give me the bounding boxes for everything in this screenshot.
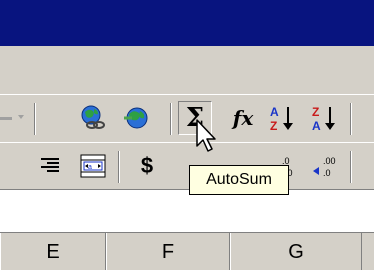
paste-function-button[interactable]: fx <box>226 101 260 135</box>
column-header-g[interactable]: G <box>230 233 362 270</box>
formula-bar[interactable] <box>0 190 374 232</box>
merge-center-icon: a <box>80 154 106 178</box>
insert-hyperlink-button[interactable] <box>76 101 110 135</box>
sort-ascending-button[interactable]: A Z <box>266 101 300 135</box>
mouse-cursor-icon <box>195 118 219 159</box>
sort-ascending-icon: A Z <box>270 105 293 133</box>
sort-descending-button[interactable]: Z A <box>308 101 342 135</box>
currency-icon: $ <box>140 153 154 178</box>
web-toolbar-button[interactable] <box>120 101 154 135</box>
standard-toolbar: Σ fx A Z Z A <box>0 94 374 142</box>
svg-text:Z: Z <box>270 119 277 133</box>
column-headers: E F G <box>0 232 374 270</box>
function-icon: fx <box>232 106 254 130</box>
decrease-decimal-icon: .00 .0 <box>313 156 336 178</box>
web-globe-icon <box>124 107 148 129</box>
sort-descending-icon: Z A <box>312 105 335 133</box>
merge-center-button[interactable]: a <box>76 149 110 183</box>
column-header-e[interactable]: E <box>0 233 106 270</box>
hyperlink-globe-icon <box>81 105 105 129</box>
decrease-decimal-button[interactable]: .00 .0 <box>310 149 344 183</box>
svg-text:A: A <box>312 119 321 133</box>
svg-text:A: A <box>270 105 279 119</box>
align-right-button[interactable] <box>32 149 66 183</box>
svg-text:.0: .0 <box>323 168 331 178</box>
title-bar <box>0 0 374 46</box>
svg-text:.00: .00 <box>323 156 336 166</box>
menu-bar: / Help <box>0 46 374 129</box>
column-header-f[interactable]: F <box>106 233 230 270</box>
formatting-toolbar: a $ .0 .00 .00 .0 <box>0 142 374 190</box>
currency-style-button[interactable]: $ <box>130 149 164 183</box>
svg-text:a: a <box>88 164 92 171</box>
align-right-icon <box>41 158 59 172</box>
svg-text:Z: Z <box>312 105 319 119</box>
undo-dropdown[interactable] <box>0 103 28 133</box>
autosum-tooltip: AutoSum <box>189 165 289 195</box>
